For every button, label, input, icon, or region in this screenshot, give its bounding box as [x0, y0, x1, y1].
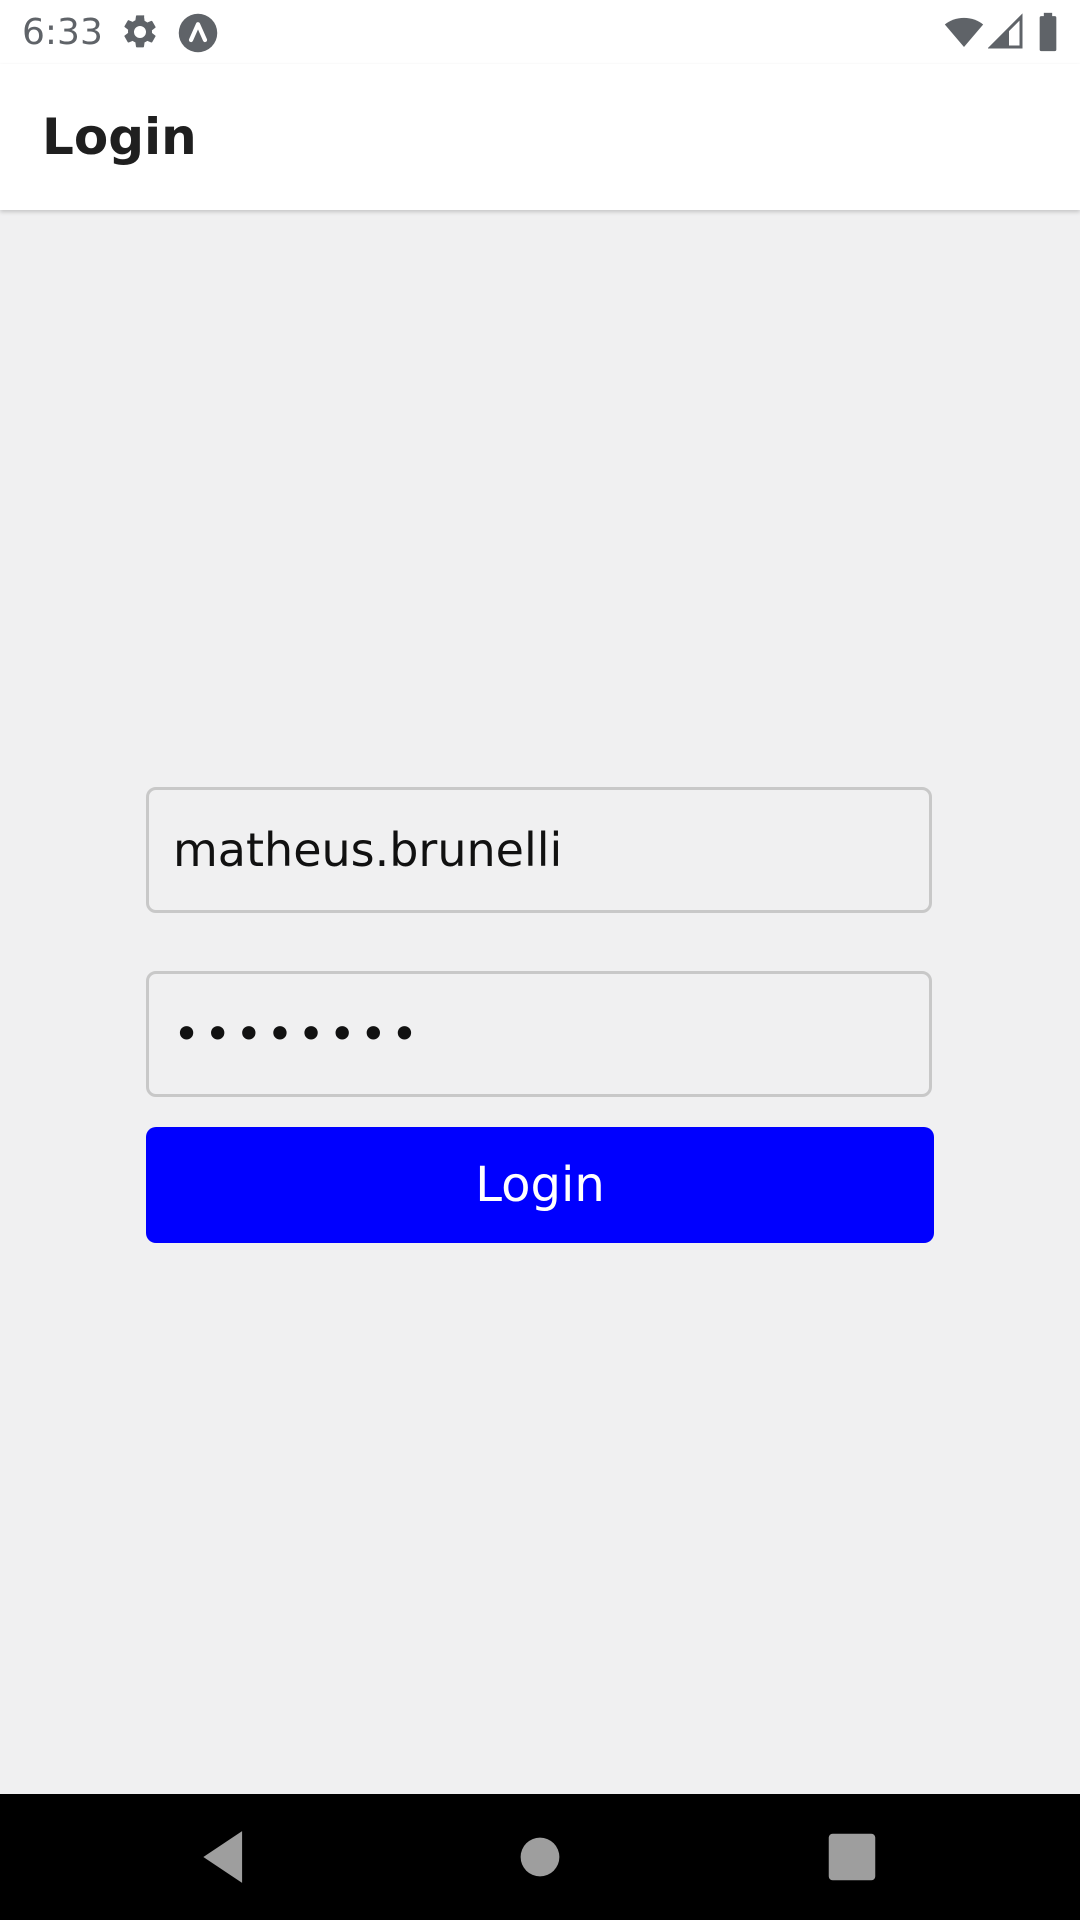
login-button[interactable]: Login [146, 1127, 934, 1243]
navigation-bar [0, 1794, 1080, 1920]
recents-icon[interactable] [821, 1826, 883, 1888]
home-icon[interactable] [509, 1826, 571, 1888]
battery-icon [1036, 12, 1062, 52]
wifi-icon [943, 12, 985, 52]
signal-icon [987, 12, 1028, 52]
gear-icon [120, 12, 160, 52]
app-notification-icon [177, 12, 218, 53]
status-bar: 6:33 [0, 0, 1080, 64]
back-icon[interactable] [193, 1826, 255, 1888]
password-input[interactable] [146, 971, 932, 1097]
page-title: Login [42, 108, 197, 166]
app-bar: Login [0, 64, 1080, 210]
login-screen: 6:33 Login matheus.brunelli •••••••• Log… [0, 0, 1080, 1920]
status-time: 6:33 [22, 12, 103, 53]
username-input[interactable] [146, 787, 932, 913]
